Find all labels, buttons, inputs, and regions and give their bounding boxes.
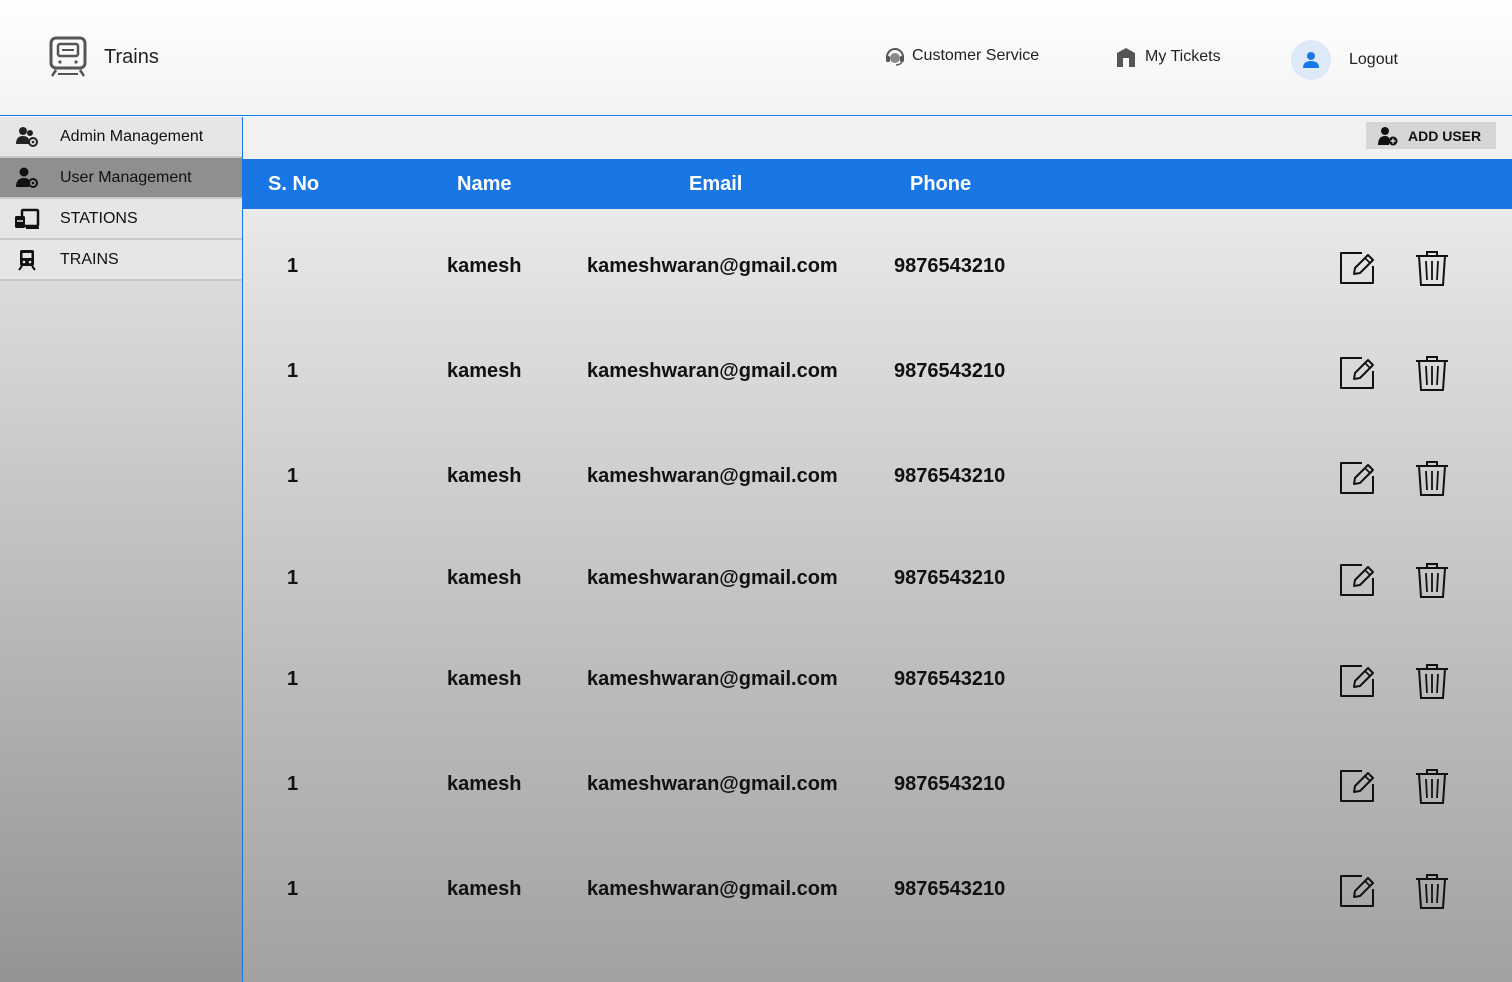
sidebar-item-trains[interactable]: TRAINS [0, 240, 242, 281]
toolbar: ADD USER [243, 117, 1512, 159]
sidebar-item-admin-management[interactable]: Admin Management [0, 117, 242, 158]
cell-sno: 1 [287, 773, 299, 795]
table-row: 1 kamesh kameshwaran@gmail.com 9876543210 [243, 447, 1512, 507]
edit-icon[interactable] [1338, 767, 1376, 805]
sidebar: Admin Management User Management STATION… [0, 117, 243, 982]
trash-icon[interactable] [1413, 249, 1451, 287]
my-tickets-link[interactable]: My Tickets [1115, 46, 1221, 68]
cell-sno: 1 [287, 668, 299, 690]
edit-icon[interactable] [1338, 662, 1376, 700]
cell-name: kamesh [447, 773, 522, 795]
cell-email: kameshwaran@gmail.com [587, 465, 838, 487]
cell-phone: 9876543210 [894, 773, 1006, 795]
sidebar-item-label: Admin Management [60, 127, 204, 145]
cell-phone: 9876543210 [894, 255, 1006, 277]
add-user-button[interactable]: ADD USER [1366, 122, 1496, 149]
headset-icon [884, 46, 906, 66]
table-row: 1 kamesh kameshwaran@gmail.com 9876543210 [243, 650, 1512, 710]
cell-sno: 1 [287, 465, 299, 487]
trash-icon[interactable] [1413, 561, 1451, 599]
sidebar-item-user-management[interactable]: User Management [0, 158, 242, 199]
train-icon [14, 249, 40, 271]
users-gear-icon [14, 126, 40, 148]
cell-phone: 9876543210 [894, 360, 1006, 382]
table-row: 1 kamesh kameshwaran@gmail.com 9876543210 [243, 860, 1512, 920]
column-header-name: Name [457, 173, 512, 195]
table-row: 1 kamesh kameshwaran@gmail.com 9876543210 [243, 755, 1512, 815]
customer-service-link[interactable]: Customer Service [884, 46, 1039, 66]
app-title: Trains [104, 46, 159, 68]
cell-email: kameshwaran@gmail.com [587, 567, 838, 589]
cell-email: kameshwaran@gmail.com [587, 668, 838, 690]
train-logo-icon [48, 36, 88, 83]
sidebar-item-label: User Management [60, 168, 192, 186]
customer-service-label: Customer Service [912, 47, 1040, 64]
edit-icon[interactable] [1338, 561, 1376, 599]
my-tickets-label: My Tickets [1145, 48, 1221, 65]
station-building-icon [1115, 46, 1137, 68]
cell-name: kamesh [447, 567, 522, 589]
cell-email: kameshwaran@gmail.com [587, 255, 838, 277]
table-header: S. No Name Email Phone [243, 159, 1512, 209]
cell-sno: 1 [287, 255, 299, 277]
cell-name: kamesh [447, 878, 522, 900]
cell-name: kamesh [447, 360, 522, 382]
brand[interactable]: Trains [48, 36, 159, 83]
edit-icon[interactable] [1338, 459, 1376, 497]
trash-icon[interactable] [1413, 767, 1451, 805]
cell-sno: 1 [287, 360, 299, 382]
edit-icon[interactable] [1338, 872, 1376, 910]
add-user-label: ADD USER [1408, 127, 1482, 144]
cell-email: kameshwaran@gmail.com [587, 360, 838, 382]
trash-icon[interactable] [1413, 354, 1451, 392]
cell-sno: 1 [287, 567, 299, 589]
table-row: 1 kamesh kameshwaran@gmail.com 9876543210 [243, 237, 1512, 297]
cell-sno: 1 [287, 878, 299, 900]
sidebar-item-label: STATIONS [60, 209, 138, 227]
top-header: Trains Customer Service My Tickets Logou… [0, 0, 1512, 116]
avatar[interactable] [1291, 40, 1331, 80]
user-gear-icon [14, 167, 40, 189]
cell-phone: 9876543210 [894, 465, 1006, 487]
trash-icon[interactable] [1413, 872, 1451, 910]
cell-phone: 9876543210 [894, 878, 1006, 900]
main-content: ADD USER S. No Name Email Phone 1 kamesh k… [243, 117, 1512, 982]
cell-phone: 9876543210 [894, 567, 1006, 589]
cell-name: kamesh [447, 465, 522, 487]
cell-email: kameshwaran@gmail.com [587, 878, 838, 900]
edit-icon[interactable] [1338, 249, 1376, 287]
cell-name: kamesh [447, 668, 522, 690]
edit-icon[interactable] [1338, 354, 1376, 392]
cell-name: kamesh [447, 255, 522, 277]
table-row: 1 kamesh kameshwaran@gmail.com 9876543210 [243, 549, 1512, 609]
column-header-sno: S. No [268, 173, 320, 195]
station-icon [14, 208, 40, 230]
table-row: 1 kamesh kameshwaran@gmail.com 9876543210 [243, 342, 1512, 402]
add-user-icon [1378, 126, 1398, 146]
user-icon [1302, 51, 1320, 69]
sidebar-item-stations[interactable]: STATIONS [0, 199, 242, 240]
cell-phone: 9876543210 [894, 668, 1006, 690]
column-header-phone: Phone [910, 173, 972, 195]
logout-link[interactable]: Logout [1349, 51, 1398, 69]
cell-email: kameshwaran@gmail.com [587, 773, 838, 795]
sidebar-item-label: TRAINS [60, 250, 119, 268]
trash-icon[interactable] [1413, 662, 1451, 700]
trash-icon[interactable] [1413, 459, 1451, 497]
column-header-email: Email [689, 173, 743, 195]
